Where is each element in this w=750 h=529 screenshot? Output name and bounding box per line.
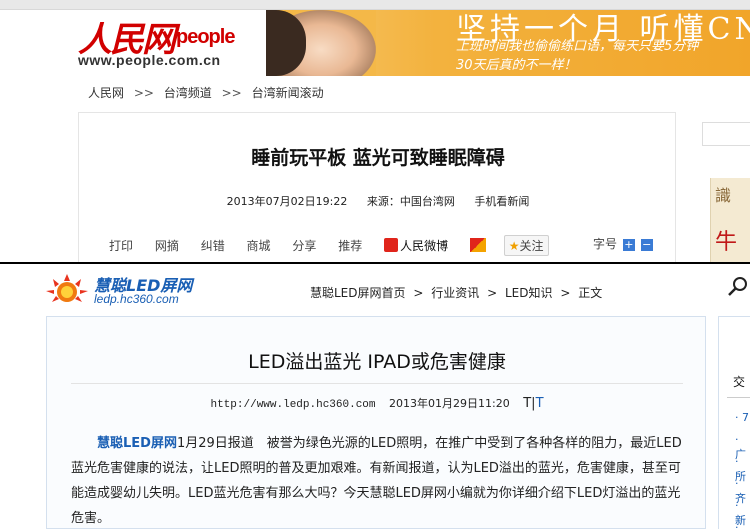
sidebar-link[interactable]: · 欧 xyxy=(735,521,750,529)
sidebar-heading: 交 xyxy=(733,375,746,389)
breadcrumb: 人民网 >> 台湾频道 >> 台湾新闻滚动 xyxy=(88,84,330,101)
print-link[interactable]: 打印 xyxy=(109,237,133,254)
crumb-separator: > xyxy=(413,286,424,300)
right-column-box xyxy=(702,122,750,146)
people-logo-en: people xyxy=(176,26,235,48)
sidebar-link[interactable]: · 7 xyxy=(735,411,749,424)
people-page-screenshot: 人民网 people www.people.com.cn 坚持一个月 听懂CNN… xyxy=(0,0,750,262)
share-link[interactable]: 分享 xyxy=(292,237,316,254)
crumb-home[interactable]: 慧聪LED屏网首页 xyxy=(310,286,406,300)
sun-logo-icon xyxy=(46,274,88,302)
breadcrumb-home[interactable]: 人民网 xyxy=(88,86,124,100)
article-datetime: 2013年07月02日19:22 xyxy=(226,195,348,208)
breadcrumb-taiwan-channel[interactable]: 台湾频道 xyxy=(164,86,212,100)
crumb-current: 正文 xyxy=(578,286,603,300)
people-logo[interactable]: 人民网 people www.people.com.cn xyxy=(78,12,248,68)
hc360-logo-url: ledp.hc360.com xyxy=(94,292,179,306)
article-title: 睡前玩平板 蓝光可致睡眠障碍 xyxy=(251,147,505,169)
mobile-news-link[interactable]: 手机看新闻 xyxy=(474,195,529,208)
hc360-page-screenshot: 慧聪LED屏网 ledp.hc360.com 慧聪LED屏网首页 > 行业资讯 … xyxy=(0,264,750,529)
right-sidebar: 交 · 7 · 广 · 所 · 齐 · 新 · 欧 xyxy=(718,316,750,529)
browser-top-strip xyxy=(0,0,750,10)
share-icon[interactable] xyxy=(469,238,486,252)
font-large-button[interactable]: T xyxy=(536,396,544,411)
brand-link[interactable]: 慧聪LED屏网 xyxy=(97,436,177,451)
article-meta: 2013年07月02日19:22 来源：中国台湾网 手机看新闻 xyxy=(79,193,677,209)
article-toolbar: 打印 网摘 纠错 商城 分享 推荐 人民微博 ★关注 xyxy=(109,235,589,256)
hc360-logo[interactable]: 慧聪LED屏网 ledp.hc360.com xyxy=(44,270,204,310)
mall-link[interactable]: 商城 xyxy=(247,237,271,254)
breadcrumb-separator: >> xyxy=(133,86,154,100)
font-decrease-button[interactable]: − xyxy=(640,239,653,251)
font-small-button[interactable]: T xyxy=(523,396,531,411)
recommend-link[interactable]: 推荐 xyxy=(338,237,362,254)
article-body: 慧聪LED屏网1月29日报道 被誉为绿色光源的LED照明，在推广中受到了各种各样… xyxy=(71,431,691,529)
crumb-separator: > xyxy=(560,286,571,300)
people-logo-url: www.people.com.cn xyxy=(78,52,221,68)
correct-link[interactable]: 纠错 xyxy=(201,237,225,254)
ad-line-1: 上班时间我也偷偷练口语，每天只要5分钟 xyxy=(456,39,699,54)
right-calligraphy-ad[interactable]: 識 牛 xyxy=(710,178,750,262)
font-size-control: 字号 + − xyxy=(593,235,653,252)
breadcrumb-separator: >> xyxy=(221,86,242,100)
star-icon: ★ xyxy=(508,239,520,253)
article-source: 来源：中国台湾网 xyxy=(366,195,455,208)
crumb-industry-news[interactable]: 行业资讯 xyxy=(431,286,479,300)
article-datetime: 2013年01月29日11:20 xyxy=(389,397,510,410)
weibo-button[interactable]: 人民微博 xyxy=(384,237,448,254)
excerpt-link[interactable]: 网摘 xyxy=(155,237,179,254)
article-source-url[interactable]: http://www.ledp.hc360.com xyxy=(210,399,375,411)
sidebar-divider xyxy=(727,397,750,398)
ad-woman-photo xyxy=(266,10,376,76)
breadcrumb-taiwan-news[interactable]: 台湾新闻滚动 xyxy=(252,86,324,100)
font-increase-button[interactable]: + xyxy=(622,239,635,251)
title-divider xyxy=(71,383,683,384)
calligraphy-char-1: 識 xyxy=(715,186,732,205)
follow-button[interactable]: ★关注 xyxy=(503,235,549,256)
calligraphy-char-2: 牛 xyxy=(715,230,738,255)
article-panel: LED溢出蓝光 IPAD或危害健康 http://www.ledp.hc360.… xyxy=(46,316,706,529)
breadcrumb: 慧聪LED屏网首页 > 行业资讯 > LED知识 > 正文 xyxy=(310,284,606,301)
article-meta: http://www.ledp.hc360.com 2013年01月29日11:… xyxy=(47,395,707,411)
article-title: LED溢出蓝光 IPAD或危害健康 xyxy=(248,351,506,373)
article-header: 睡前玩平板 蓝光可致睡眠障碍 2013年07月02日19:22 来源：中国台湾网… xyxy=(78,112,676,262)
crumb-led-knowledge[interactable]: LED知识 xyxy=(505,286,553,300)
english-course-ad-banner[interactable]: 坚持一个月 听懂CNN 上班时间我也偷偷练口语，每天只要5分钟 30天后真的不一… xyxy=(266,10,750,76)
follow-label: 关注 xyxy=(519,239,544,253)
crumb-separator: > xyxy=(487,286,498,300)
font-size-toggle[interactable]: T|T xyxy=(523,396,543,411)
font-size-label: 字号 xyxy=(593,237,618,251)
weibo-icon xyxy=(384,238,399,252)
weibo-label: 人民微博 xyxy=(400,239,449,253)
ad-line-2: 30天后真的不一样！ xyxy=(456,58,577,73)
search-icon[interactable] xyxy=(726,274,750,298)
